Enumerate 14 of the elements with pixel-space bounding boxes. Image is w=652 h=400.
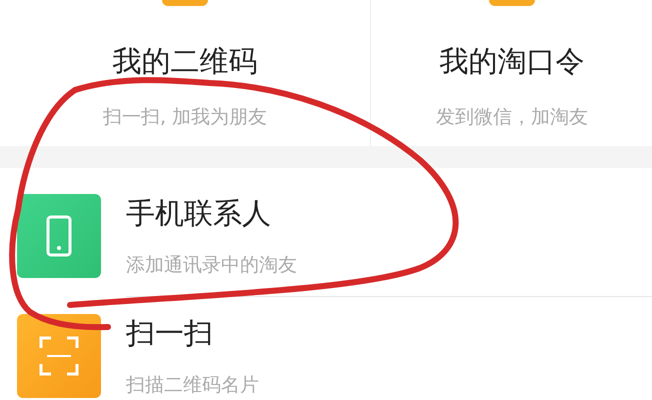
card-subtitle: 扫一扫, 加我为朋友: [102, 105, 268, 130]
app-tile-icon[interactable]: [17, 314, 101, 398]
card-subtitle: 发到微信，加淘友: [436, 105, 588, 130]
row-title[interactable]: 扫一扫: [126, 314, 652, 354]
row-subtitle: 扫描二维码名片: [126, 373, 260, 398]
app-tile-icon[interactable]: [17, 194, 101, 278]
tile-icon: [489, 0, 535, 6]
card-title[interactable]: 我的淘口令: [440, 42, 584, 82]
phone-icon: [46, 215, 72, 257]
scan-frame-icon: [39, 336, 79, 376]
tile-icon: [162, 0, 208, 6]
card-title[interactable]: 我的二维码: [112, 42, 258, 82]
row-subtitle: 添加通讯录中的淘友: [126, 252, 298, 278]
row-title[interactable]: 手机联系人: [126, 194, 652, 234]
